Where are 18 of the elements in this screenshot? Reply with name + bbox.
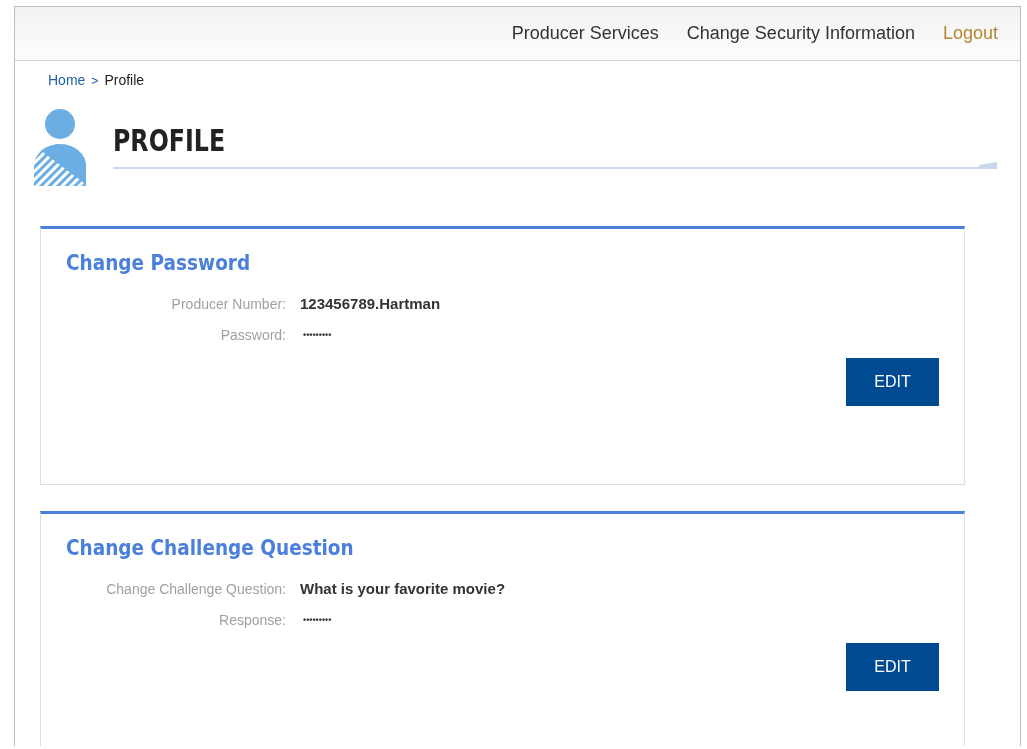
page-title: PROFILE bbox=[113, 121, 226, 158]
nav-link[interactable]: Producer Services bbox=[511, 23, 659, 44]
section-title: Change Password bbox=[66, 251, 252, 275]
section-title: Change Challenge Question bbox=[66, 536, 355, 560]
field-label: Change Challenge Question: bbox=[105, 580, 286, 597]
field-label: Producer Number: bbox=[170, 295, 286, 312]
breadcrumb-separator: > bbox=[91, 74, 99, 88]
breadcrumb-link[interactable]: Home bbox=[48, 72, 86, 88]
breadcrumb-current: Profile bbox=[104, 72, 145, 88]
masked-value: ••••••••• bbox=[302, 615, 333, 625]
field-value: What is your favorite movie? bbox=[300, 580, 507, 597]
edit-button[interactable]: EDIT bbox=[846, 643, 939, 691]
field-value: 123456789.Hartman bbox=[300, 295, 442, 312]
masked-value: ••••••••• bbox=[302, 330, 333, 340]
edit-button[interactable]: EDIT bbox=[846, 358, 939, 406]
field-label: Response: bbox=[218, 612, 286, 628]
nav-link[interactable]: Change Security Information bbox=[686, 23, 915, 44]
field-label: Password: bbox=[219, 327, 286, 343]
